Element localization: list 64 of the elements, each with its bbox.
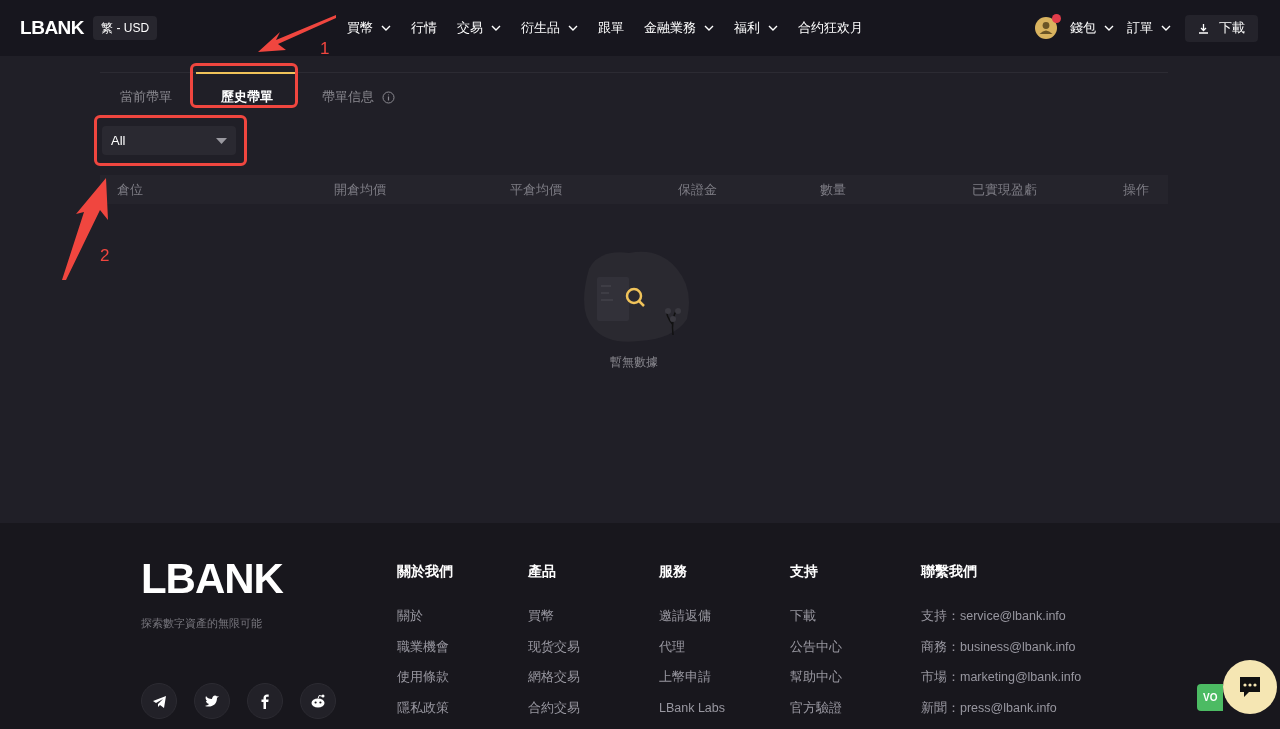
footer-logo: LBANK (141, 555, 283, 603)
social-link[interactable] (194, 683, 230, 719)
tab[interactable]: 帶單信息 (302, 72, 415, 106)
empty-state-text: 暫無數據 (610, 354, 658, 371)
social-link[interactable] (247, 683, 283, 719)
annotation-number: 2 (100, 245, 110, 267)
download-icon (1198, 22, 1209, 34)
tab[interactable]: 歷史帶單 (196, 72, 298, 106)
footer-link[interactable]: 商務：business@lbank.info (921, 637, 1121, 668)
nav-menu-item[interactable]: 衍生品 (521, 18, 579, 38)
footer-link[interactable]: 合約交易 (528, 698, 659, 729)
footer-heading: 支持 (790, 562, 819, 581)
chat-icon (1237, 674, 1263, 700)
footer-heading: 產品 (528, 562, 557, 581)
column-header: 操作 (1122, 180, 1150, 199)
column-header: 平倉均價 (509, 180, 563, 199)
footer-link[interactable]: 市場：marketing@lbank.info (921, 668, 1121, 699)
nav-menu-item[interactable]: 訂單 (1127, 18, 1171, 38)
social-link[interactable] (300, 683, 336, 719)
column-header: 倉位 (116, 180, 144, 199)
footer-link[interactable]: 新聞：press@lbank.info (921, 698, 1121, 729)
nav-menu-item[interactable]: 交易 (457, 18, 502, 38)
footer-link[interactable]: 上幣申請 (659, 668, 790, 699)
column-header: 開倉均價 (333, 180, 387, 199)
footer-link[interactable]: 職業機會 (397, 637, 528, 668)
reddit-icon (309, 692, 327, 710)
footer-heading: 關於我們 (397, 562, 454, 581)
annotation-number: 1 (320, 38, 330, 60)
social-link[interactable] (141, 683, 177, 719)
tagline: 探索數字資產的無限可能 (141, 616, 262, 631)
footer-link[interactable]: LBank Labs (659, 698, 790, 729)
footer-link[interactable]: 公告中心 (790, 637, 921, 668)
footer-link[interactable]: 隱私政策 (397, 698, 528, 729)
footer-link[interactable]: 買幣 (528, 607, 659, 638)
locale-button[interactable]: 繁 - USD (93, 16, 158, 40)
footer-link[interactable]: 使用條款 (397, 668, 528, 699)
download-button[interactable]: 下載 (1185, 14, 1258, 42)
nav-menu-item[interactable]: 合约狂欢月 (798, 18, 864, 38)
footer-link[interactable]: 现货交易 (528, 637, 659, 668)
avatar-icon[interactable] (1035, 17, 1057, 39)
nav-menu-item[interactable]: 買幣 (347, 18, 392, 38)
filter-dropdown[interactable]: All (102, 126, 236, 155)
column-header: 保證金 (676, 180, 718, 199)
footer-link[interactable]: 關於 (397, 607, 528, 638)
column-header: 已實現盈虧 (970, 180, 1038, 199)
footer-heading: 聯繫我們 (921, 562, 978, 581)
column-header: 數量 (819, 180, 847, 199)
caret-icon (216, 137, 227, 144)
footer-link[interactable]: 邀請返傭 (659, 607, 790, 638)
nav-menu-item[interactable]: 金融業務 (644, 18, 715, 38)
footer-link[interactable]: 代理 (659, 637, 790, 668)
logo[interactable]: LBANK (20, 13, 85, 43)
footer-heading: 服務 (659, 562, 688, 581)
nav-menu-item[interactable]: 跟單 (598, 18, 625, 38)
arrow-icon (256, 12, 338, 54)
footer-link[interactable]: 官方驗證 (790, 698, 921, 729)
nav-menu-item[interactable]: 行情 (411, 18, 438, 38)
nav-menu-item[interactable]: 福利 (734, 18, 779, 38)
footer-link[interactable]: 支持：service@lbank.info (921, 607, 1121, 638)
footer-link[interactable]: 下載 (790, 607, 921, 638)
nav-menu-item[interactable]: 錢包 (1070, 18, 1114, 38)
footer-link[interactable]: 幫助中心 (790, 668, 921, 699)
tab[interactable]: 當前帶單 (100, 72, 192, 106)
footer-link[interactable]: 網格交易 (528, 668, 659, 699)
